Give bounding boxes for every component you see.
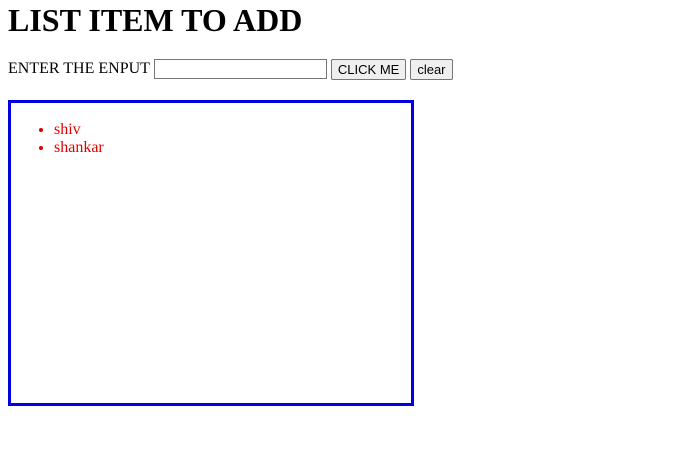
- item-list: shiv shankar: [14, 121, 104, 157]
- clear-button[interactable]: clear: [410, 58, 453, 80]
- list-item: shiv: [54, 121, 104, 139]
- list-item: shankar: [54, 139, 104, 157]
- list-container: shiv shankar: [8, 100, 414, 406]
- input-row: ENTER THE ENPUT CLICK ME clear: [8, 58, 457, 80]
- click-me-button[interactable]: CLICK ME: [330, 58, 407, 80]
- input-label: ENTER THE ENPUT: [8, 60, 150, 77]
- page-title: LIST ITEM TO ADD: [8, 2, 303, 38]
- item-input[interactable]: [153, 59, 327, 79]
